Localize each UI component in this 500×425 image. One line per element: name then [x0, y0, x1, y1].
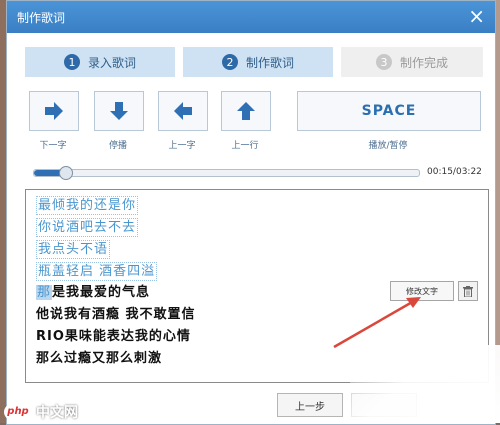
arrow-down-icon — [110, 102, 128, 120]
lyrics-editor[interactable]: 最倾我的还是你 你说酒吧去不去 我点头不语 瓶盖轻启 酒香四溢 那是我最爱的气息… — [25, 189, 489, 383]
prev-line-label: 上一行 — [231, 141, 259, 151]
watermark-logo: php — [4, 403, 32, 420]
arrow-left-icon — [174, 102, 192, 120]
arrow-right-icon — [45, 102, 63, 120]
step-1-number: 1 — [63, 54, 80, 70]
prev-word-button[interactable] — [158, 91, 208, 131]
next-word-button[interactable] — [29, 91, 79, 131]
arrow-up-icon — [237, 102, 255, 120]
step-1: 1 录入歌词 — [25, 47, 175, 77]
next-step-button[interactable] — [351, 393, 417, 417]
step-2-number: 2 — [221, 54, 238, 70]
next-word-label: 下一字 — [39, 141, 67, 151]
step-3-number: 3 — [375, 54, 392, 70]
step-2-label: 制作歌词 — [245, 55, 294, 70]
step-3-label: 制作完成 — [399, 55, 448, 70]
space-label: SPACE — [361, 103, 417, 119]
pause-button[interactable] — [94, 91, 144, 131]
close-icon[interactable]: × — [468, 5, 485, 27]
step-1-label: 录入歌词 — [87, 55, 136, 70]
lyrics-maker-dialog: 制作歌词 × 1 录入歌词 2 制作歌词 3 制作完成 下一字 停播 上一字 上… — [6, 0, 496, 425]
window-title: 制作歌词 — [17, 11, 66, 25]
playback-slider[interactable] — [33, 166, 420, 180]
step-indicator: 1 录入歌词 2 制作歌词 3 制作完成 — [25, 47, 483, 77]
previous-step-button[interactable]: 上一步 — [277, 393, 343, 417]
prev-word-label: 上一字 — [168, 141, 196, 151]
step-2: 2 制作歌词 — [183, 47, 333, 77]
space-play-pause-button[interactable]: SPACE — [297, 91, 481, 131]
play-pause-label: 播放/暂停 — [368, 141, 408, 151]
playback-time: 00:15/03:22 — [427, 167, 482, 177]
step-3: 3 制作完成 — [341, 47, 483, 77]
title-bar: 制作歌词 × — [7, 1, 495, 33]
watermark: php 中文网 — [0, 400, 88, 423]
prev-line-button[interactable] — [221, 91, 271, 131]
annotation-arrow-icon — [333, 297, 421, 349]
pause-label: 停播 — [108, 141, 127, 151]
playback-slider-thumb[interactable] — [58, 166, 73, 180]
watermark-text: 中文网 — [36, 404, 78, 421]
